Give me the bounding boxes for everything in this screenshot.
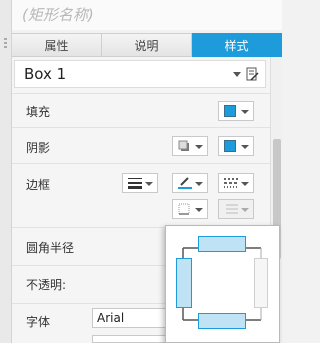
chevron-down-icon [241,182,249,186]
chevron-down-icon [195,208,203,212]
line-pattern-dropdown[interactable] [218,173,254,193]
grip-mark [4,46,7,48]
style-name-dropdown[interactable]: Box 1 [14,60,266,88]
inspector-tabs: 属性 说明 样式 [12,33,282,57]
line-width-icon [128,178,142,189]
border-label: 边框 [26,178,51,192]
left-resize-strip[interactable] [0,0,12,343]
chevron-down-icon [241,110,249,114]
pen-color-icon [178,177,192,189]
shadow-style-dropdown[interactable] [172,136,208,156]
tab-notes[interactable]: 说明 [102,33,192,57]
left-border-toggle[interactable] [176,258,192,308]
chevron-down-icon [241,208,249,212]
grip-mark [4,38,7,40]
bottom-border-toggle[interactable] [198,313,246,329]
widget-name-placeholder: (矩形名称) [22,6,94,24]
edit-style-icon[interactable] [246,67,259,82]
chevron-down-icon [195,145,203,149]
chevron-down-icon [145,182,153,186]
line-width-dropdown[interactable] [122,173,158,193]
top-border-toggle[interactable] [198,236,246,252]
grip-mark [4,42,7,44]
arrow-style-dropdown[interactable] [218,199,254,219]
shadow-label: 阴影 [26,141,51,155]
fill-label: 填充 [26,105,51,119]
fill-color-icon [224,105,236,117]
widget-name-header: (矩形名称) [12,0,282,30]
visible-borders-popup [165,225,280,343]
visible-borders-icon [178,203,190,215]
shadow-color-icon [224,140,236,152]
line-color-picker[interactable] [172,173,208,193]
tab-style[interactable]: 样式 [192,33,282,57]
chevron-down-icon [195,182,203,186]
fill-color-picker[interactable] [218,101,254,121]
shadow-style-icon [178,140,189,151]
arrow-style-icon [226,204,238,214]
style-name-value: Box 1 [24,65,67,83]
dashed-line-icon [224,178,238,188]
right-border-toggle[interactable] [254,258,268,308]
corner-radius-label: 圆角半径 [26,241,75,255]
chevron-down-icon [241,145,249,149]
opacity-label: 不透明: [26,278,67,292]
tab-properties[interactable]: 属性 [12,33,102,57]
divider [12,93,270,94]
visible-borders-dropdown[interactable] [172,199,208,219]
shadow-color-picker[interactable] [218,136,254,156]
chevron-down-icon[interactable] [233,72,241,77]
divider [12,127,270,128]
font-label: 字体 [26,315,51,329]
font-family-value: Arial [97,311,125,325]
divider [12,163,270,164]
